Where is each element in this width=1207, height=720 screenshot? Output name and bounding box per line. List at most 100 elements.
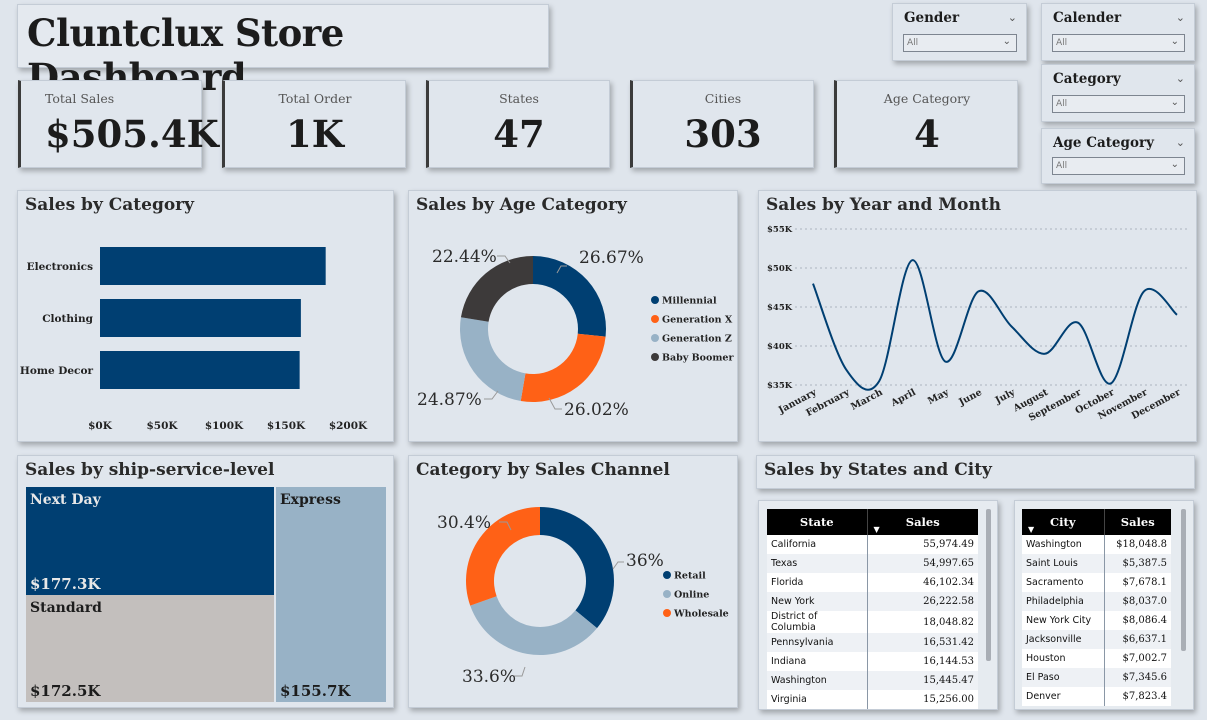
- states-table-card: State Sales ▼ California 55,974.49 Texas 54,…: [758, 500, 998, 710]
- chevron-down-icon[interactable]: ⌄: [1176, 11, 1185, 24]
- table-cell-name: District of Columbia: [767, 611, 867, 633]
- slicer-dropdown[interactable]: All ⌄: [903, 34, 1017, 52]
- slicer-gender[interactable]: Gender ⌄ All ⌄: [892, 3, 1027, 61]
- table-row[interactable]: Philadelphia $8,037.0: [1022, 592, 1171, 611]
- slicer-dropdown[interactable]: All ⌄: [1052, 95, 1185, 113]
- table-row[interactable]: New York City $8,086.4: [1022, 611, 1171, 630]
- slice-generation-x[interactable]: [520, 333, 606, 402]
- legend-label[interactable]: Baby Boomer: [662, 353, 734, 364]
- scrollbar[interactable]: [986, 509, 991, 661]
- series-line[interactable]: [812, 259, 1178, 391]
- slice-millennial[interactable]: [533, 256, 606, 337]
- chevron-down-icon[interactable]: ⌄: [1176, 72, 1185, 85]
- slicer-category[interactable]: Category ⌄ All ⌄: [1041, 64, 1195, 122]
- table-cell-name: Pennsylvania: [767, 633, 867, 652]
- table-cell-name: Sacramento: [1022, 573, 1104, 592]
- slice-retail[interactable]: [540, 507, 614, 629]
- panel-title: Category by Sales Channel: [416, 460, 670, 480]
- leader-line: [612, 561, 624, 570]
- column-header-label: City: [1049, 515, 1076, 529]
- table-cell-sales: $7,823.4: [1103, 687, 1171, 706]
- slice-data-label: 22.44%: [432, 247, 497, 267]
- kpi-value: 47: [493, 112, 545, 156]
- legend-marker: [651, 334, 659, 342]
- slicer-dropdown[interactable]: All ⌄: [1052, 157, 1185, 175]
- table-row[interactable]: Washington $18,048.8: [1022, 535, 1171, 554]
- table-row[interactable]: Washington 15,445.47: [767, 671, 978, 690]
- scrollbar[interactable]: [1181, 509, 1186, 651]
- slicer-age-category[interactable]: Age Category ⌄ All ⌄: [1041, 128, 1195, 184]
- slicer-title: Calender: [1053, 10, 1122, 26]
- slice-generation-z[interactable]: [460, 317, 526, 401]
- column-header-city[interactable]: City ▼: [1022, 509, 1104, 535]
- y-tick-label: $35K: [767, 381, 793, 391]
- sort-desc-icon[interactable]: ▼: [874, 524, 880, 534]
- kpi-cities: Cities 303: [630, 80, 814, 168]
- slice-data-label: 33.6%: [462, 667, 516, 687]
- slice-data-label: 26.67%: [579, 248, 644, 268]
- category-tick-label: Home Decor: [20, 365, 94, 377]
- table-row[interactable]: El Paso $7,345.6: [1022, 668, 1171, 687]
- treemap-cell-express[interactable]: Express $155.7K: [276, 487, 386, 702]
- legend-label[interactable]: Generation Z: [662, 334, 732, 345]
- table-row[interactable]: California 55,974.49: [767, 535, 978, 554]
- slice-online[interactable]: [470, 596, 598, 655]
- legend-label[interactable]: Wholesale: [673, 609, 729, 620]
- chevron-down-icon[interactable]: ⌄: [1008, 11, 1017, 24]
- legend-label[interactable]: Online: [674, 590, 709, 601]
- treemap-cell-next-day[interactable]: Next Day $177.3K: [26, 487, 274, 595]
- table-row[interactable]: Saint Louis $5,387.5: [1022, 554, 1171, 573]
- table-cell-sales: $8,086.4: [1103, 611, 1171, 630]
- legend-label[interactable]: Millennial: [662, 296, 717, 307]
- table-cell-sales: $18,048.8: [1103, 535, 1171, 554]
- table-row[interactable]: New York 26,222.58: [767, 592, 978, 611]
- column-header-sales[interactable]: Sales ▼: [866, 509, 978, 535]
- table-cell-sales: 46,102.34: [866, 573, 978, 592]
- table-cell-sales: 54,997.65: [866, 554, 978, 573]
- year-month-line-chart: $35K$40K$45K$50K$55KJanuaryFebruaryMarch…: [767, 225, 1189, 424]
- table-row[interactable]: Florida 46,102.34: [767, 573, 978, 592]
- table-cell-name: Philadelphia: [1022, 592, 1104, 611]
- column-header-sales[interactable]: Sales: [1103, 509, 1171, 535]
- y-tick-label: $40K: [767, 342, 793, 352]
- table-row[interactable]: Jacksonville $6,637.1: [1022, 630, 1171, 649]
- panel-states-city-header: Sales by States and City: [756, 455, 1195, 489]
- treemap-value: $172.5K: [30, 682, 101, 700]
- legend-label[interactable]: Generation X: [662, 315, 733, 326]
- chevron-down-icon: ⌄: [1170, 159, 1179, 170]
- table-row[interactable]: Virginia 15,256.00: [767, 690, 978, 709]
- treemap-cell-standard[interactable]: Standard $172.5K: [26, 595, 274, 702]
- column-header-state[interactable]: State: [767, 509, 867, 535]
- table-row[interactable]: District of Columbia 18,048.82: [767, 611, 978, 633]
- x-tick-label: May: [926, 387, 951, 407]
- slicer-title: Category: [1053, 71, 1121, 87]
- legend-marker: [663, 571, 671, 579]
- x-tick-label: $0K: [88, 420, 113, 432]
- table-row[interactable]: Denver $7,823.4: [1022, 687, 1171, 706]
- x-tick-label: April: [888, 387, 918, 410]
- slicer-dropdown[interactable]: All ⌄: [1052, 34, 1185, 52]
- bar-home-decor[interactable]: [100, 351, 300, 389]
- chevron-down-icon[interactable]: ⌄: [1176, 136, 1185, 149]
- panel-title: Sales by States and City: [764, 460, 992, 480]
- treemap-label: Express: [280, 492, 341, 508]
- slice-data-label: 36%: [626, 551, 664, 571]
- bar-clothing[interactable]: [100, 299, 301, 337]
- sort-desc-icon[interactable]: ▼: [1028, 524, 1034, 534]
- bar-electronics[interactable]: [100, 247, 326, 285]
- table-row[interactable]: Indiana 16,144.53: [767, 652, 978, 671]
- slicer-value: All: [1056, 161, 1068, 171]
- slicer-calender[interactable]: Calender ⌄ All ⌄: [1041, 3, 1195, 61]
- table-row[interactable]: Sacramento $7,678.1: [1022, 573, 1171, 592]
- kpi-value: 303: [684, 112, 762, 156]
- cities-table-card: City ▼ Sales Washington $18,048.8 Saint Lou…: [1014, 500, 1194, 710]
- legend-label[interactable]: Retail: [674, 571, 706, 582]
- channel-donut-chart: 36% 33.6% 30.4% Retail Online Wholesale: [437, 507, 729, 687]
- table-row[interactable]: Texas 54,997.65: [767, 554, 978, 573]
- panel-title: Sales by ship-service-level: [25, 460, 275, 480]
- table-row[interactable]: Pennsylvania 16,531.42: [767, 633, 978, 652]
- table-row[interactable]: Houston $7,002.7: [1022, 649, 1171, 668]
- panel-sales-by-ship-service: Sales by ship-service-level Next Day $17…: [17, 455, 394, 708]
- kpi-label: Total Sales: [45, 91, 115, 106]
- slice-data-label: 30.4%: [437, 513, 491, 533]
